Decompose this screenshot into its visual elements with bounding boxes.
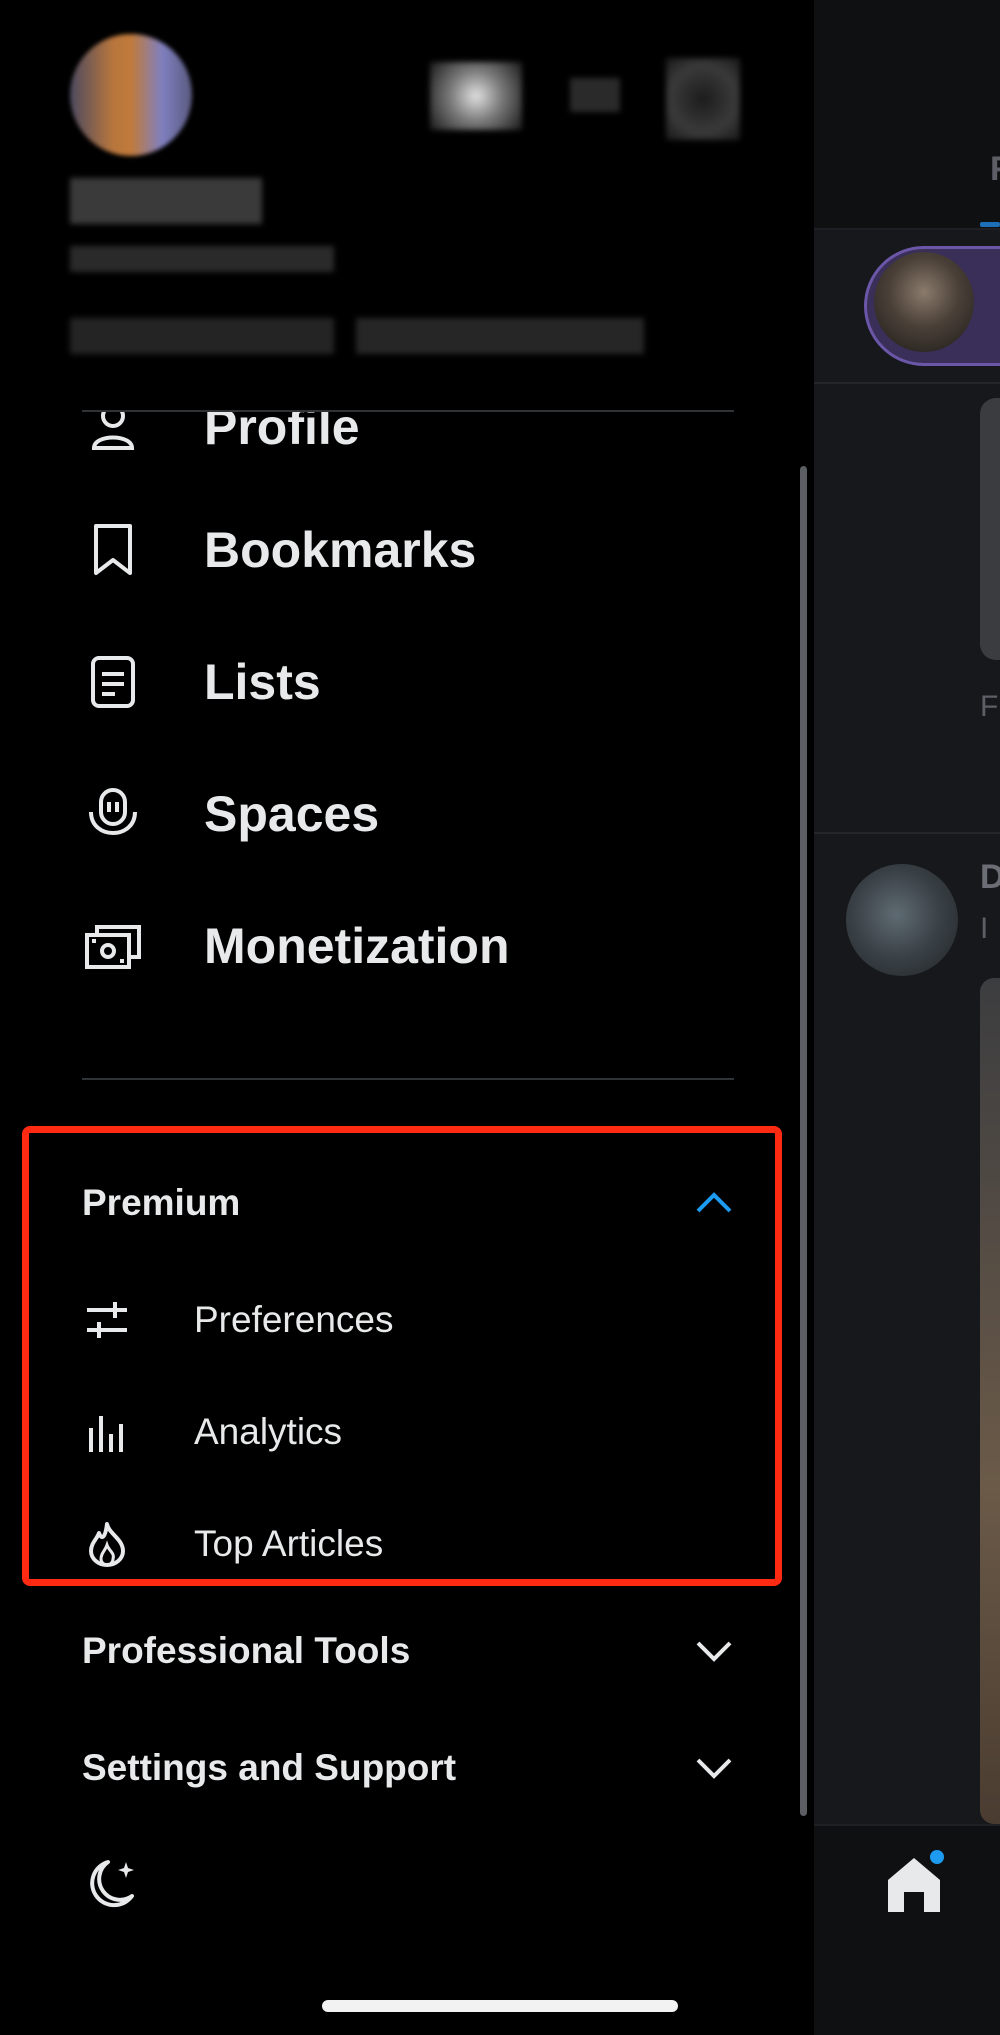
- nav-item-spaces[interactable]: Spaces: [82, 759, 722, 869]
- money-icon: [82, 915, 144, 977]
- sliders-icon: [82, 1295, 132, 1345]
- user-handle: [70, 246, 334, 272]
- premium-item-preferences[interactable]: Preferences: [82, 1280, 682, 1360]
- nav-item-label: Monetization: [204, 918, 510, 974]
- premium-item-analytics[interactable]: Analytics: [82, 1392, 682, 1472]
- nav-scroll-area: Profile Bookmarks Lists Spaces Monetizat…: [0, 410, 814, 1070]
- nav-item-monetization[interactable]: Monetization: [82, 891, 722, 1001]
- space-host-avatar[interactable]: [874, 252, 974, 352]
- divider: [814, 382, 1000, 384]
- section-title: Premium: [82, 1182, 241, 1223]
- nav-item-profile[interactable]: Profile: [82, 410, 722, 482]
- chevron-up-icon: [696, 1192, 732, 1213]
- chevron-down-icon: [696, 1758, 732, 1779]
- scrollbar[interactable]: [800, 466, 807, 1816]
- list-icon: [82, 651, 144, 713]
- flame-icon: [82, 1519, 132, 1569]
- bookmark-icon: [82, 519, 144, 581]
- premium-item-label: Preferences: [194, 1299, 394, 1340]
- followers-count[interactable]: [356, 318, 644, 354]
- post-author-avatar[interactable]: [846, 864, 958, 976]
- person-icon: [82, 410, 144, 458]
- nav-item-lists[interactable]: Lists: [82, 627, 722, 737]
- post-media[interactable]: [980, 398, 1000, 660]
- divider: [814, 832, 1000, 834]
- following-count[interactable]: [70, 318, 334, 354]
- add-account-icon[interactable]: [666, 58, 740, 140]
- section-title: Settings and Support: [82, 1747, 457, 1788]
- nav-item-label: Lists: [204, 654, 321, 710]
- nav-item-bookmarks[interactable]: Bookmarks: [82, 495, 722, 605]
- settings-support-section-header[interactable]: Settings and Support: [82, 1733, 734, 1803]
- display-name: [70, 178, 262, 224]
- home-indicator[interactable]: [322, 2000, 678, 2012]
- spaces-icon: [82, 783, 144, 845]
- more-accounts-icon[interactable]: [570, 78, 620, 112]
- premium-item-top-articles[interactable]: Top Articles: [82, 1504, 682, 1584]
- premium-item-label: Top Articles: [194, 1523, 384, 1564]
- timeline-pane: F F D I: [814, 0, 1000, 2035]
- divider: [82, 1078, 734, 1080]
- account-switch-icon[interactable]: [430, 62, 522, 130]
- moon-icon[interactable]: [82, 1856, 142, 1912]
- professional-tools-section-header[interactable]: Professional Tools: [82, 1616, 734, 1686]
- nav-item-label: Profile: [204, 410, 360, 455]
- side-drawer: Profile Bookmarks Lists Spaces Monetizat…: [0, 0, 814, 2035]
- post-media[interactable]: [980, 978, 1000, 1824]
- avatar[interactable]: [70, 34, 192, 156]
- active-tab-indicator: [980, 222, 1000, 227]
- bar-chart-icon: [82, 1407, 132, 1457]
- post-author-fragment: D: [980, 858, 1000, 896]
- section-title: Professional Tools: [82, 1630, 411, 1671]
- notification-dot: [930, 1850, 944, 1864]
- premium-section-header[interactable]: Premium: [82, 1168, 734, 1238]
- chevron-down-icon: [696, 1641, 732, 1662]
- timeline-header: [814, 0, 1000, 230]
- premium-item-label: Analytics: [194, 1411, 343, 1452]
- post-text-fragment: F: [980, 690, 999, 723]
- divider: [82, 410, 734, 412]
- nav-item-label: Spaces: [204, 786, 380, 842]
- timeline-tab-label[interactable]: F: [990, 150, 1000, 189]
- nav-item-label: Bookmarks: [204, 522, 477, 578]
- post-text-fragment: I: [980, 912, 989, 945]
